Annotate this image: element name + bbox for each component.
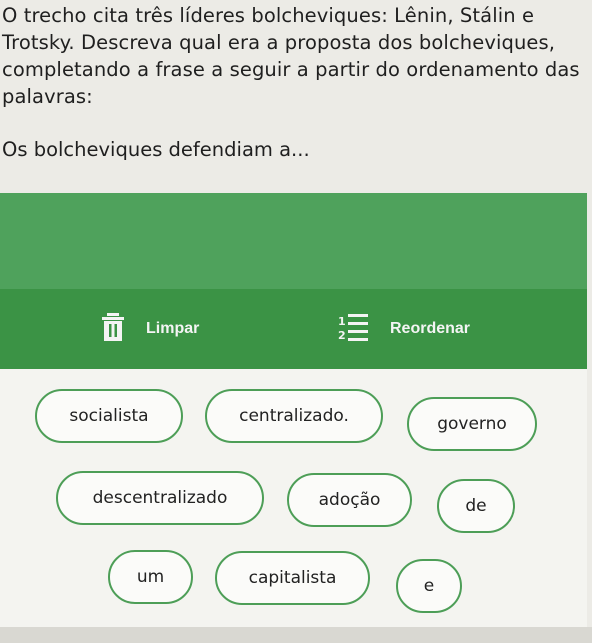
clear-button[interactable]: Limpar: [100, 289, 199, 369]
reorder-digit-1: 1: [338, 315, 346, 328]
question-text: O trecho cita três líderes bolcheviques:…: [2, 4, 580, 108]
reorder-button[interactable]: 1 2 Reordenar: [336, 289, 470, 369]
clear-label: Limpar: [146, 320, 200, 337]
word-chip[interactable]: e: [396, 559, 462, 613]
word-chip[interactable]: capitalista: [215, 551, 370, 605]
reorder-label: Reordenar: [390, 320, 471, 337]
word-chip[interactable]: centralizado.: [205, 389, 383, 443]
toolbar: Limpar 1 2 Reordenar: [0, 289, 587, 369]
trash-icon: [100, 312, 126, 346]
answer-drop-area[interactable]: [0, 193, 587, 289]
word-chip[interactable]: adoção: [287, 473, 412, 527]
bottom-edge: [0, 627, 592, 643]
word-chip[interactable]: de: [437, 479, 515, 533]
word-chip[interactable]: governo: [407, 397, 537, 451]
word-bank: socialista centralizado. governo descent…: [0, 369, 587, 627]
word-chip[interactable]: descentralizado: [56, 471, 264, 525]
word-chip[interactable]: socialista: [35, 389, 183, 443]
word-chip[interactable]: um: [108, 550, 193, 604]
sentence-prompt: Os bolcheviques defendiam a...: [2, 138, 310, 161]
reorder-digit-2: 2: [338, 329, 346, 342]
numbered-list-icon: 1 2: [336, 312, 370, 346]
